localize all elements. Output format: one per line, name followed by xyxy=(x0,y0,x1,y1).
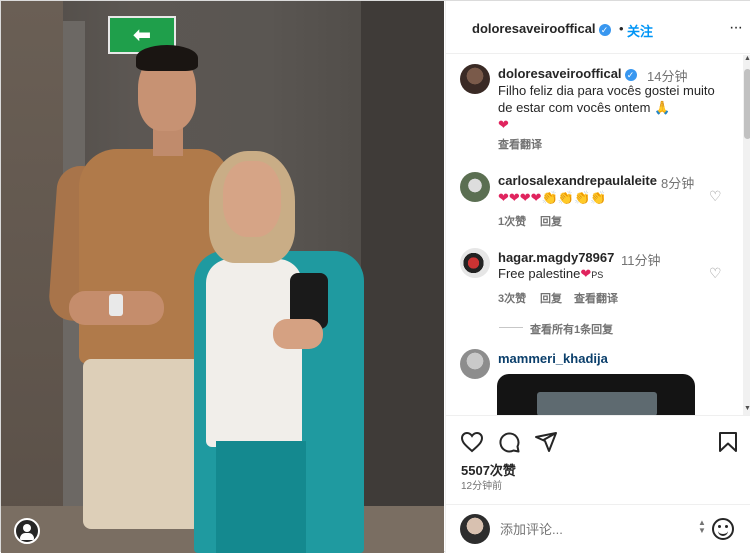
header-username-text[interactable]: doloresaveirooffical xyxy=(472,21,596,36)
comment-time: 8分钟 xyxy=(661,176,695,191)
woman-hand xyxy=(273,319,323,349)
comment-input[interactable] xyxy=(500,518,680,540)
comments-list: doloresaveirooffical ✓ 14分钟 Filho feliz d… xyxy=(446,55,742,415)
bookmark-icon[interactable] xyxy=(716,430,740,454)
post-photo: ⬅ xyxy=(1,1,444,553)
reply-button[interactable]: 回复 xyxy=(540,290,562,306)
share-icon[interactable] xyxy=(534,430,558,454)
comment-text-body: ❤❤❤❤👏👏👏👏 xyxy=(498,190,607,205)
comment-time: 11分钟 xyxy=(621,253,661,268)
post-time: 12分钟前 xyxy=(461,481,503,492)
scrollbar[interactable]: ▲ ▼ xyxy=(743,55,750,415)
comment-text: ❤❤❤❤👏👏👏👏 xyxy=(498,189,606,206)
comment-icon[interactable] xyxy=(497,430,521,454)
caption-text-body: Filho feliz dia para vocês gostei muito … xyxy=(498,83,715,115)
comment-likes[interactable]: 1次赞 xyxy=(498,213,526,229)
comment-avatar[interactable] xyxy=(460,172,490,202)
comment-likes[interactable]: 3次赞 xyxy=(498,290,526,306)
view-replies-link[interactable]: 查看所有1条回复 xyxy=(530,321,613,337)
tagged-user-icon[interactable] xyxy=(14,518,40,544)
comment-avatar[interactable] xyxy=(460,248,490,278)
post-header: doloresaveirooffical ✓ • 关注 ··· xyxy=(446,1,750,54)
comment-username[interactable]: mammeri_khadija xyxy=(498,351,608,366)
comment-suffix: PS xyxy=(591,270,604,280)
add-comment-bar: ▲▼ xyxy=(446,504,750,553)
viewer-avatar xyxy=(460,514,490,544)
woman-pants xyxy=(216,441,306,553)
verified-badge-icon: ✓ xyxy=(598,23,611,36)
comment-username[interactable]: carlosalexandrepaulaleite xyxy=(498,173,657,188)
caption-username-text[interactable]: doloresaveirooffical xyxy=(498,66,622,81)
reply-button[interactable]: 回复 xyxy=(540,213,562,229)
comment-avatar[interactable] xyxy=(460,349,490,379)
more-options-icon[interactable]: ··· xyxy=(729,19,743,37)
woman-face xyxy=(223,161,281,237)
action-bar: 5507次赞 12分钟前 xyxy=(446,415,750,513)
post-panel: doloresaveirooffical ✓ • 关注 ··· doloresav… xyxy=(445,1,750,553)
scroll-up-icon[interactable]: ▲ xyxy=(743,55,750,65)
caption-translate-link[interactable]: 查看翻译 xyxy=(498,136,542,152)
post-window: ⬅ doloresaveirooffical ✓ • 关注 ··· dolore… xyxy=(0,0,750,553)
comment-heart-emoji: ❤ xyxy=(580,266,592,281)
replies-divider xyxy=(499,327,523,328)
comment-like-heart-icon[interactable]: ♡ xyxy=(709,266,723,280)
scrollbar-thumb[interactable] xyxy=(744,69,750,139)
verified-badge-icon: ✓ xyxy=(624,68,637,81)
scroll-down-icon[interactable]: ▼ xyxy=(743,405,750,415)
header-separator: • xyxy=(619,21,624,36)
comment-text: Free palestine❤PS xyxy=(498,265,603,284)
man-pants xyxy=(83,359,201,529)
caption-username[interactable]: doloresaveirooffical ✓ xyxy=(498,66,637,81)
comment-media[interactable] xyxy=(497,374,695,415)
sort-arrows-icon[interactable]: ▲ ▼ xyxy=(698,519,706,535)
comment-username[interactable]: hagar.magdy78967 xyxy=(498,250,614,265)
caption-heart-emoji: ❤ xyxy=(498,117,509,132)
comment-text-body: Free palestine xyxy=(498,266,581,281)
exit-arrow-icon: ⬅ xyxy=(132,22,152,47)
caption-avatar[interactable] xyxy=(460,64,490,94)
comment-like-heart-icon[interactable]: ♡ xyxy=(709,189,723,203)
woman-shirt xyxy=(206,259,302,447)
man-hair xyxy=(136,45,198,71)
watch xyxy=(109,294,123,316)
header-username[interactable]: doloresaveirooffical ✓ xyxy=(472,21,611,36)
caption-text: Filho feliz dia para vocês gostei muito … xyxy=(498,82,723,133)
heart-icon[interactable] xyxy=(460,430,484,454)
follow-button[interactable]: 关注 xyxy=(627,21,653,40)
translate-link[interactable]: 查看翻译 xyxy=(574,290,618,306)
photo-wall-right xyxy=(361,1,444,553)
emoji-icon[interactable] xyxy=(712,518,734,540)
